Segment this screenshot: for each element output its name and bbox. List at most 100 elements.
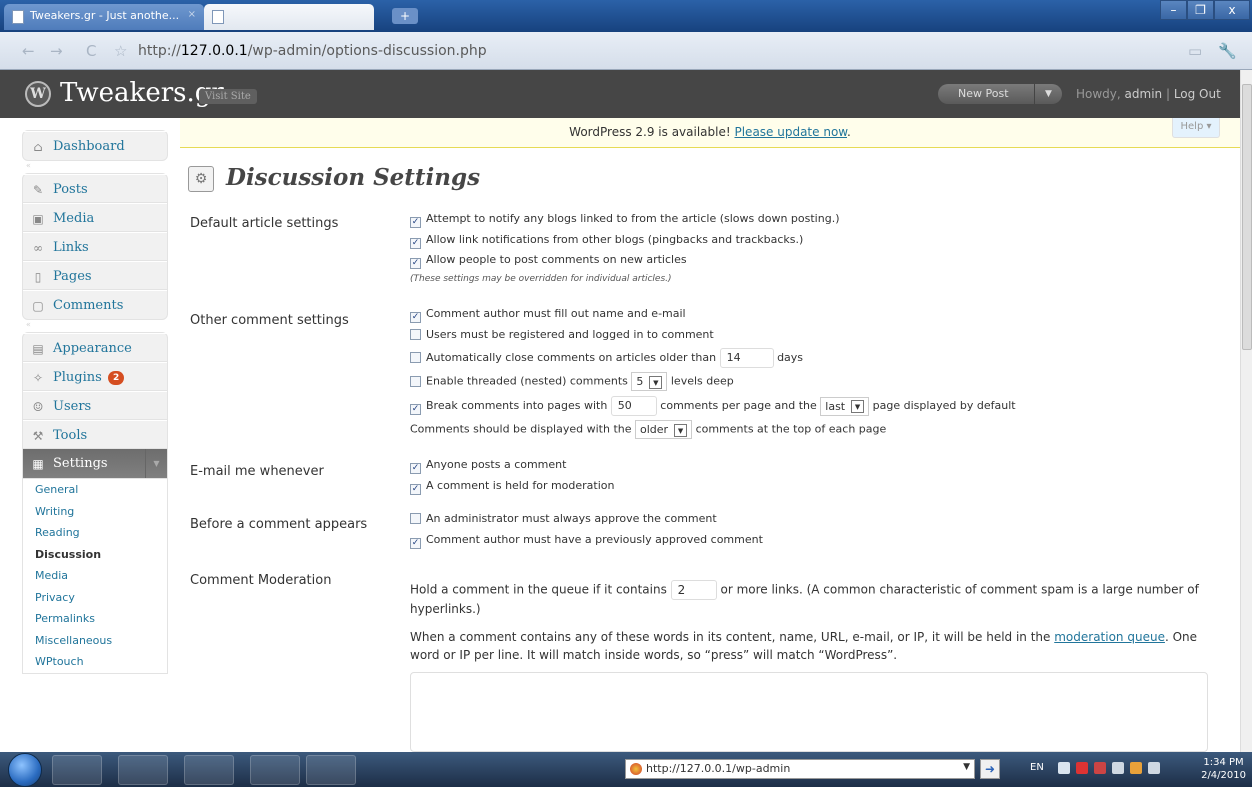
checkbox[interactable]: ✓ [410, 463, 421, 474]
star-icon[interactable]: ☆ [114, 42, 127, 60]
checkbox-label: Comment author must fill out name and e-… [426, 307, 686, 320]
checkbox-label: Users must be registered and logged in t… [426, 327, 714, 341]
device-icon[interactable] [1112, 762, 1124, 774]
help-button[interactable]: Help ▾ [1172, 118, 1220, 138]
sidebar-item-label: Comments [53, 298, 124, 313]
submenu-miscellaneous[interactable]: Miscellaneous [23, 630, 167, 652]
word-icon[interactable] [250, 755, 300, 785]
submenu-privacy[interactable]: Privacy [23, 587, 167, 609]
text: comments at the top of each page [695, 422, 887, 436]
submenu-media[interactable]: Media [23, 565, 167, 587]
checkbox[interactable] [410, 352, 421, 363]
new-post-button[interactable]: New Post ▼ [938, 84, 1062, 104]
comments-per-page-input[interactable]: 50 [610, 396, 657, 416]
close-days-input[interactable]: 14 [719, 348, 774, 368]
select-value: last [825, 399, 846, 413]
go-arrow-icon[interactable]: ➜ [980, 759, 1000, 779]
text: days [777, 351, 804, 364]
cloud-icon[interactable] [1058, 762, 1070, 774]
wp-admin-header: W Tweakers.gr Visit Site New Post ▼ Howd… [0, 70, 1240, 118]
clock[interactable]: 1:34 PM 2/4/2010 [1201, 756, 1246, 782]
messenger-icon[interactable] [184, 755, 234, 785]
submenu-reading[interactable]: Reading [23, 522, 167, 544]
sidebar-item-posts[interactable]: ✎ Posts [23, 174, 167, 203]
checkbox-label: Comment author must have a previously ap… [426, 532, 763, 546]
checkbox[interactable]: ✓ [410, 312, 421, 323]
sidebar-item-comments[interactable]: ▢ Comments [23, 290, 167, 319]
user-link[interactable]: admin [1125, 87, 1163, 101]
tab-tweakers[interactable]: Tweakers.gr - Just anothe... × [4, 4, 204, 30]
taskbar-address-bar[interactable]: http://127.0.0.1/wp-admin ▼ [625, 759, 975, 779]
network-icon[interactable] [1130, 762, 1142, 774]
update-link[interactable]: Please update now [734, 125, 847, 139]
minimize-button[interactable]: – [1160, 0, 1187, 20]
checkbox[interactable]: ✓ [410, 483, 421, 495]
tab-active[interactable] [204, 4, 374, 30]
page-icon: ▯ [34, 270, 42, 284]
new-post-label: New Post [958, 87, 1009, 100]
sidebar-item-appearance[interactable]: ▤ Appearance [23, 333, 167, 362]
checkbox[interactable]: ✓ [410, 217, 421, 228]
sidebar-item-plugins[interactable]: ✧ Plugins 2 [23, 362, 167, 391]
checkbox[interactable]: ✓ [410, 237, 421, 249]
reload-icon[interactable]: C [86, 42, 96, 60]
checkbox[interactable] [410, 375, 421, 387]
page-icon [212, 10, 224, 24]
language-indicator[interactable]: EN [1030, 762, 1044, 773]
page-menu-icon[interactable]: ▭ [1188, 42, 1202, 60]
checkbox[interactable]: ✓ [410, 404, 421, 415]
visit-site-button[interactable]: Visit Site [199, 89, 257, 104]
submenu-general[interactable]: General [23, 479, 167, 501]
chevron-down-icon[interactable]: ▼ [145, 449, 167, 478]
menu-separator[interactable]: « [22, 161, 168, 173]
comment-order-select[interactable]: older ▼ [635, 420, 693, 439]
address-bar[interactable]: http://127.0.0.1/wp-admin/options-discus… [138, 43, 487, 59]
chrome-icon[interactable] [52, 755, 102, 785]
checkbox-label: Allow people to post comments on new art… [426, 253, 687, 266]
sidebar-item-users[interactable]: ☺ Users [23, 391, 167, 420]
submenu-discussion[interactable]: Discussion [23, 544, 167, 566]
close-button[interactable]: x [1214, 0, 1250, 20]
start-button[interactable] [8, 753, 42, 787]
chevron-down-icon[interactable]: ▼ [963, 762, 970, 772]
media-center-icon[interactable] [306, 755, 356, 785]
pdf-icon[interactable] [1094, 762, 1106, 774]
moderation-keys-textarea[interactable] [410, 672, 1208, 752]
sidebar-item-dashboard[interactable]: ⌂ Dashboard [23, 131, 167, 160]
forward-icon[interactable]: → [50, 42, 63, 60]
submenu-permalinks[interactable]: Permalinks [23, 608, 167, 630]
moderation-links-input[interactable]: 2 [670, 580, 717, 600]
checkbox[interactable]: ✓ [410, 258, 421, 269]
sidebar-item-media[interactable]: ▣ Media [23, 203, 167, 232]
sidebar-item-tools[interactable]: ⚒ Tools [23, 420, 167, 449]
sidebar-item-label: Tools [53, 428, 88, 443]
checkbox[interactable] [410, 513, 421, 524]
pin-icon: ✎ [32, 183, 44, 197]
menu-separator[interactable]: « [22, 320, 168, 332]
sidebar-item-links[interactable]: ∞ Links [23, 232, 167, 261]
checkbox[interactable]: ✓ [410, 537, 421, 549]
sidebar-item-label: Settings [53, 456, 108, 471]
security-icon[interactable] [1076, 762, 1088, 774]
logout-link[interactable]: Log Out [1174, 87, 1221, 101]
text: When a comment contains any of these wor… [410, 630, 1055, 644]
scrollbar[interactable] [1240, 70, 1252, 752]
wrench-icon[interactable]: 🔧 [1218, 42, 1237, 60]
default-page-select[interactable]: last ▼ [820, 396, 870, 416]
new-tab-button[interactable]: + [392, 8, 418, 24]
submenu-wptouch[interactable]: WPtouch [23, 651, 167, 673]
submenu-writing[interactable]: Writing [23, 501, 167, 523]
taskbar-address-text: http://127.0.0.1/wp-admin [646, 762, 791, 775]
close-tab-icon[interactable]: × [188, 9, 196, 20]
sidebar-item-pages[interactable]: ▯ Pages [23, 261, 167, 290]
maximize-button[interactable]: ❐ [1187, 0, 1214, 20]
explorer-icon[interactable] [118, 755, 168, 785]
sidebar-item-settings[interactable]: ▦ Settings ▼ [23, 449, 167, 478]
moderation-queue-link[interactable]: moderation queue [1054, 630, 1165, 644]
thread-depth-select[interactable]: 5 ▼ [631, 372, 668, 391]
scrollbar-thumb[interactable] [1242, 84, 1252, 350]
volume-icon[interactable] [1148, 762, 1160, 774]
back-icon[interactable]: ← [22, 42, 35, 60]
checkbox[interactable] [410, 328, 421, 340]
chevron-down-icon[interactable]: ▼ [1034, 84, 1062, 104]
